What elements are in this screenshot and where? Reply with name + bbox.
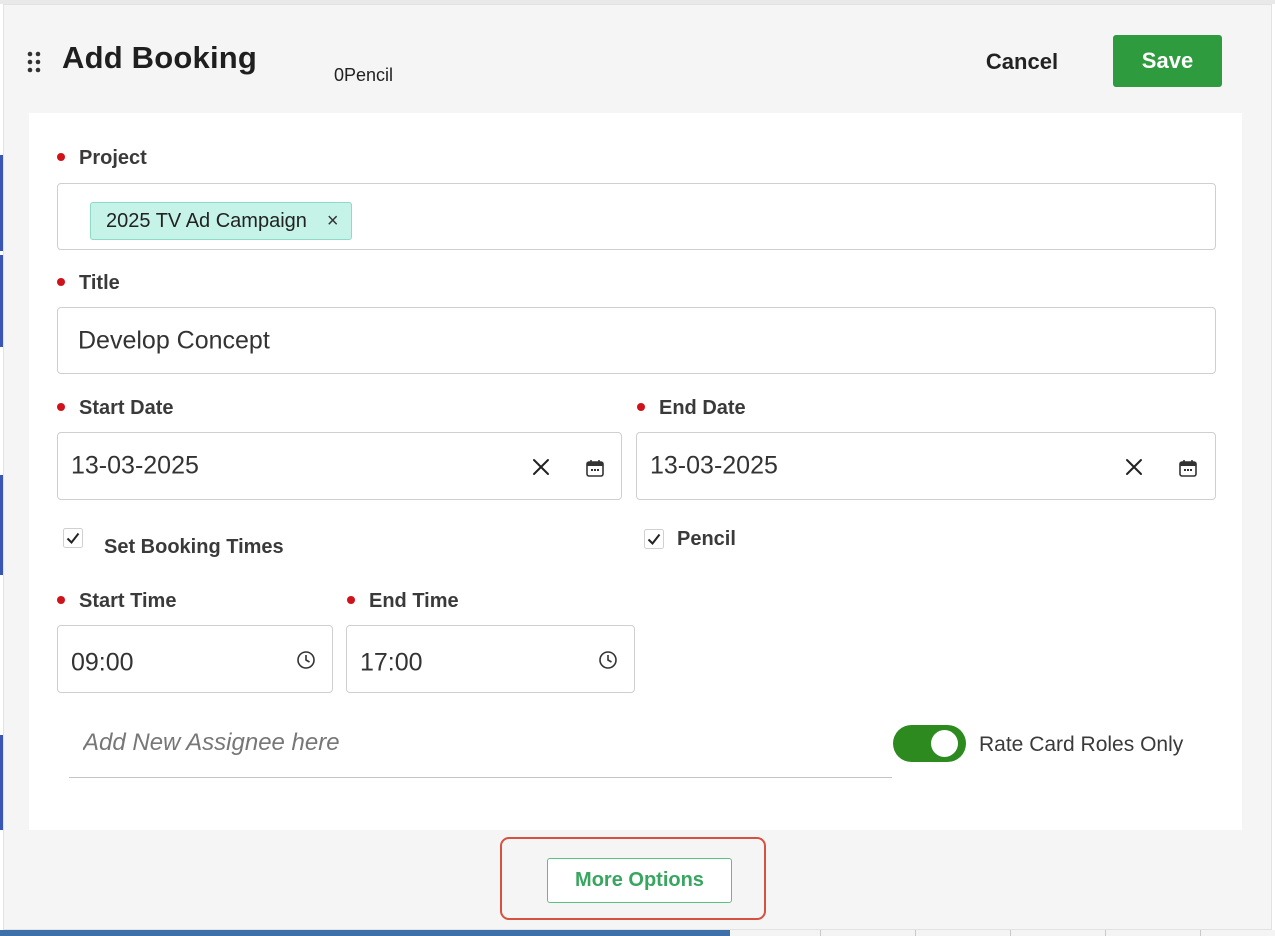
background-grid-line	[1105, 930, 1106, 936]
clock-icon[interactable]	[296, 650, 316, 670]
toggle-knob	[931, 730, 958, 757]
project-label-text: Project	[79, 147, 147, 169]
modal-title: Add Booking	[62, 40, 258, 75]
project-label: Project	[57, 147, 147, 170]
drag-handle-icon[interactable]	[26, 50, 42, 74]
required-indicator	[57, 595, 65, 604]
title-value: Develop Concept	[78, 326, 270, 354]
end-date-label: End Date	[637, 397, 746, 420]
start-date-value: 13-03-2025	[71, 451, 199, 480]
start-time-label-text: Start Time	[79, 590, 177, 612]
title-label-text: Title	[79, 272, 120, 294]
background-grid-line	[820, 930, 821, 936]
cancel-button[interactable]: Cancel	[960, 44, 1084, 80]
pencil-checkbox[interactable]	[644, 529, 664, 549]
required-indicator	[637, 402, 645, 411]
required-indicator	[57, 152, 65, 161]
background-grid-line	[1010, 930, 1011, 936]
rate-card-roles-label: Rate Card Roles Only	[979, 733, 1184, 756]
start-date-label-text: Start Date	[79, 397, 174, 419]
start-time-field[interactable]: 09:00	[57, 625, 333, 693]
project-chip: 2025 TV Ad Campaign ×	[90, 202, 352, 240]
project-chip-label: 2025 TV Ad Campaign	[106, 209, 307, 232]
required-indicator	[347, 595, 355, 604]
close-icon[interactable]	[1125, 458, 1143, 476]
start-date-label: Start Date	[57, 397, 173, 420]
chip-remove-icon[interactable]: ×	[327, 211, 339, 231]
set-booking-times-label: Set Booking Times	[104, 536, 284, 558]
close-icon[interactable]	[532, 458, 550, 476]
end-time-field[interactable]: 17:00	[346, 625, 635, 693]
end-time-label: End Time	[347, 590, 459, 613]
end-time-value: 17:00	[360, 648, 423, 677]
save-button[interactable]: Save	[1113, 35, 1222, 87]
end-time-label-text: End Time	[369, 590, 459, 612]
background-grid-line	[1200, 930, 1201, 936]
end-date-value: 13-03-2025	[650, 451, 778, 480]
rate-card-roles-toggle[interactable]	[893, 725, 966, 762]
project-field[interactable]: 2025 TV Ad Campaign ×	[57, 183, 1216, 250]
background-blue-bar	[0, 930, 730, 936]
more-options-button[interactable]: More Options	[547, 858, 732, 903]
assignee-input[interactable]	[81, 722, 875, 764]
pencil-label: Pencil	[677, 528, 736, 550]
start-time-value: 09:00	[71, 648, 134, 677]
required-indicator	[57, 402, 65, 411]
background-grid-line	[915, 930, 916, 936]
title-field[interactable]: Develop Concept	[57, 307, 1216, 374]
title-label: Title	[57, 272, 120, 295]
assignee-field	[69, 722, 892, 778]
calendar-icon[interactable]	[1178, 458, 1198, 478]
start-time-label: Start Time	[57, 590, 176, 613]
start-date-field[interactable]: 13-03-2025	[57, 432, 622, 500]
clock-icon[interactable]	[598, 650, 618, 670]
pencil-count-label: 0Pencil	[334, 65, 394, 85]
end-date-label-text: End Date	[659, 397, 746, 419]
set-booking-times-checkbox[interactable]	[63, 528, 83, 548]
end-date-field[interactable]: 13-03-2025	[636, 432, 1216, 500]
required-indicator	[57, 277, 65, 286]
calendar-icon[interactable]	[585, 458, 605, 478]
